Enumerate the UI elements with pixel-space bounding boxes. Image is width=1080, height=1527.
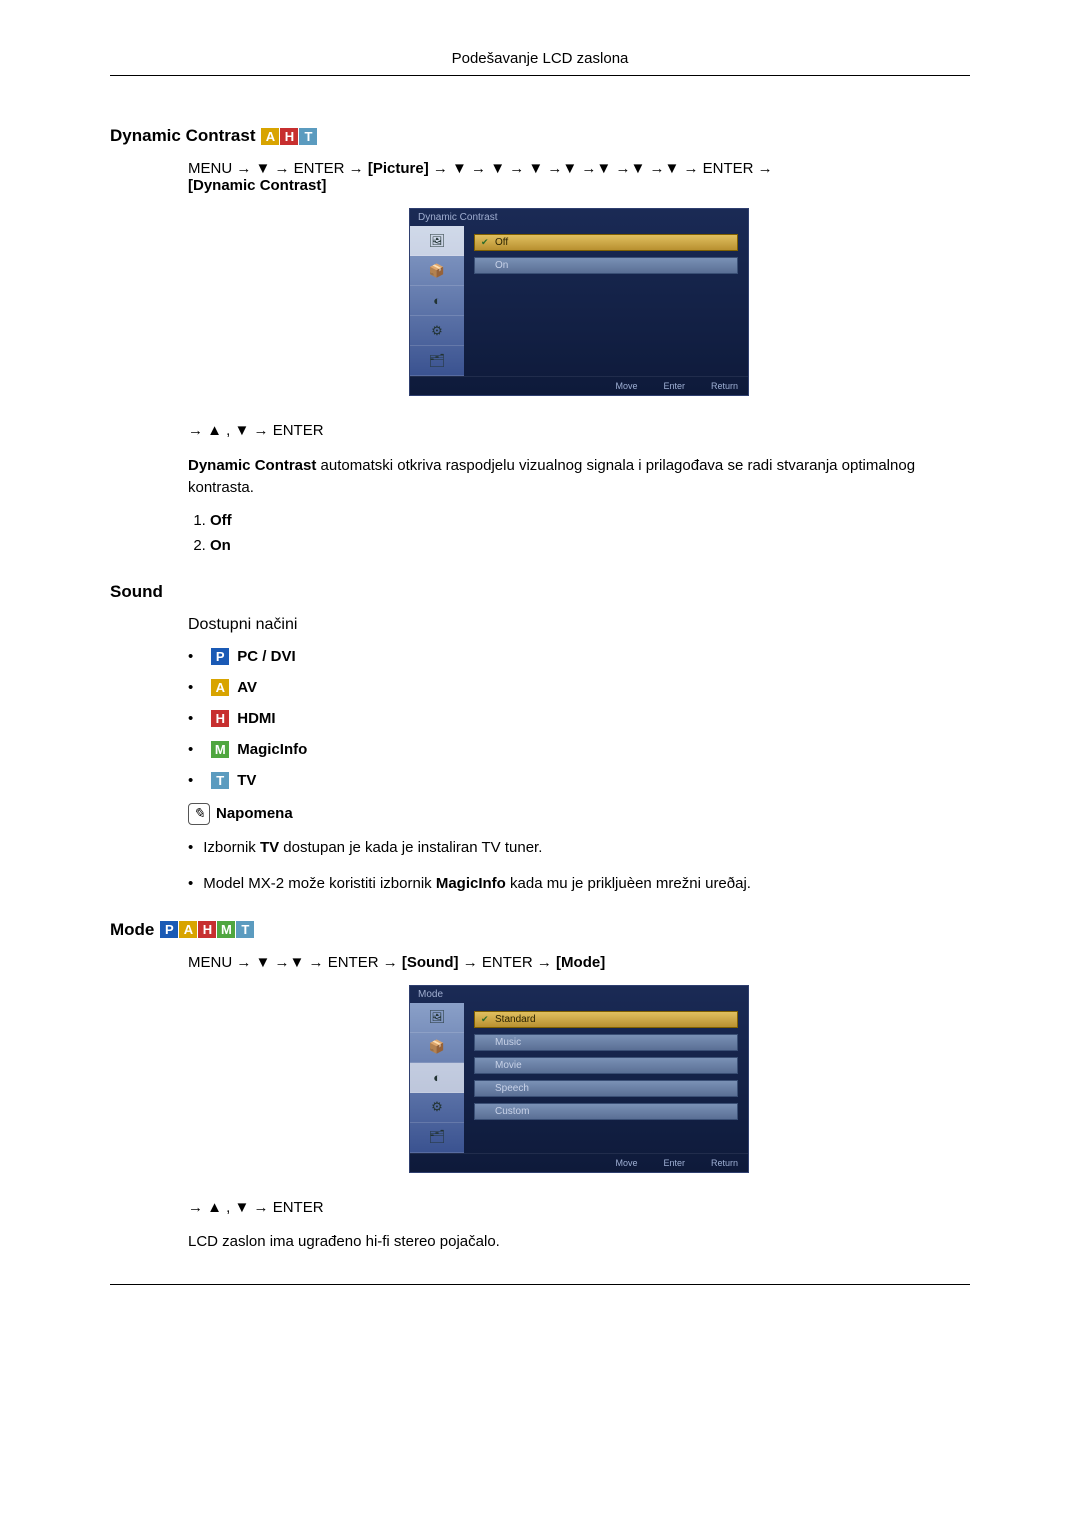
osd-sidebar: 🖼 📦 ◐ ⚙ 🗂 [410,226,464,376]
osd-option: Movie [474,1057,738,1074]
page-header: Podešavanje LCD zaslona [110,50,970,67]
page-title: Podešavanje LCD zaslona [452,50,629,67]
osd-option: Music [474,1034,738,1051]
osd-options: ✔Off On [464,226,748,376]
nav-path: MENU → ▼ → ENTER → [Picture] → ▼ → ▼ → ▼… [188,160,970,194]
list-item: P PC / DVI [188,648,970,665]
osd-foot-return: Return [699,381,738,391]
osd-body: 🖼 📦 ◐ ⚙ 🗂 ✔Off On [410,226,748,376]
subheading-modes: Dostupni načini [188,616,970,634]
osd-footer: Move Enter Return [410,376,748,395]
mode-label: TV [237,772,256,789]
badge-h-icon: H [280,128,298,145]
mode-badges: P A H M T [160,921,254,938]
badge-p-icon: P [160,921,178,938]
osd-side-icon: 📦 [410,1033,464,1063]
osd-foot-enter: Enter [651,381,685,391]
divider-bottom [110,1284,970,1285]
osd-title: Dynamic Contrast [410,209,748,226]
note-heading: ✎ Napomena [188,803,970,825]
page-content: Dynamic Contrast A H T MENU → ▼ → ENTER … [110,76,970,1254]
osd-body: 🖼 📦 ◐ ⚙ 🗂 ✔Standard Music Movie Speech C… [410,1003,748,1153]
osd-option: Speech [474,1080,738,1097]
osd-foot-return: Return [699,1158,738,1168]
badge-h-icon: H [198,921,216,938]
options-list: Off On [188,512,970,554]
badge-t-icon: T [211,772,229,789]
osd-side-icon: 📦 [410,256,464,286]
badge-t-icon: T [299,128,317,145]
section-title-mode: Mode P A H M T [110,920,970,940]
list-item: M MagicInfo [188,741,970,758]
heading-text: Sound [110,582,163,602]
list-item: H HDMI [188,710,970,727]
osd-side-icon: 🖼 [410,226,464,256]
osd-side-icon: ⚙ [410,1093,464,1123]
list-item: On [210,537,970,554]
osd-foot-enter: Enter [651,1158,685,1168]
notes-list: Izbornik TV dostupan je kada je instalir… [188,837,970,896]
osd-side-icon: ◐ [410,286,464,316]
badge-m-icon: M [217,921,235,938]
list-item: T TV [188,772,970,789]
osd-sidebar: 🖼 📦 ◐ ⚙ 🗂 [410,1003,464,1153]
list-item: A AV [188,679,970,696]
osd-option-off: ✔Off [474,234,738,251]
osd-panel: Dynamic Contrast 🖼 📦 ◐ ⚙ 🗂 ✔Off On [409,208,749,396]
osd-side-icon: 🖼 [410,1003,464,1033]
note-label: Napomena [216,805,293,822]
desc-bold: Dynamic Contrast [188,457,316,474]
mode-label: AV [237,679,257,696]
mode-label: HDMI [237,710,275,727]
description: Dynamic Contrast automatski otkriva rasp… [188,455,970,500]
badge-m-icon: M [211,741,229,758]
nav-pre: MENU → ▼ → ENTER → [188,160,368,177]
badge-a-icon: A [261,128,279,145]
badge-h-icon: H [211,710,229,727]
heading-text: Mode [110,920,154,940]
osd-option-on: On [474,257,738,274]
modes-list: P PC / DVI A AV H HDMI M MagicInfo T TV [188,648,970,789]
badge-a-icon: A [179,921,197,938]
osd-title: Mode [410,986,748,1003]
nav-after: → ▲ , ▼ → ENTER [188,1197,970,1220]
mode-label: PC / DVI [237,648,295,665]
nav-mid: → ▼ → ▼ → ▼ →▼ →▼ →▼ →▼ → ENTER → [429,160,773,177]
nav-after: → ▲ , ▼ → ENTER [188,420,970,443]
osd-side-icon: 🗂 [410,1123,464,1153]
list-item: Off [210,512,970,529]
heading-text: Dynamic Contrast [110,126,255,146]
badge-t-icon: T [236,921,254,938]
description: LCD zaslon ima ugrađeno hi-fi stereo poj… [188,1231,970,1254]
osd-options: ✔Standard Music Movie Speech Custom [464,1003,748,1153]
nav-target: [Dynamic Contrast] [188,177,326,194]
badge-a-icon: A [211,679,229,696]
osd-foot-move: Move [603,1158,637,1168]
nav-path: MENU → ▼ →▼ → ENTER → [Sound] → ENTER → … [188,954,970,971]
osd-panel: Mode 🖼 📦 ◐ ⚙ 🗂 ✔Standard Music Movie Spe… [409,985,749,1173]
section-title-sound: Sound [110,582,970,602]
mode-label: MagicInfo [237,741,307,758]
osd-option: ✔Standard [474,1011,738,1028]
section-body-sound: Dostupni načini P PC / DVI A AV H HDMI M Mag… [188,616,970,896]
osd-footer: Move Enter Return [410,1153,748,1172]
badge-p-icon: P [211,648,229,665]
list-item: Model MX-2 može koristiti izbornik Magic… [188,873,970,896]
osd-foot-move: Move [603,381,637,391]
nav-picture: [Picture] [368,160,429,177]
section-body-dynamic-contrast: MENU → ▼ → ENTER → [Picture] → ▼ → ▼ → ▼… [188,160,970,554]
osd-side-icon: ◐ [410,1063,464,1093]
osd-image-dynamic-contrast: Dynamic Contrast 🖼 📦 ◐ ⚙ 🗂 ✔Off On [188,208,970,396]
osd-side-icon: 🗂 [410,346,464,376]
section-body-mode: MENU → ▼ →▼ → ENTER → [Sound] → ENTER → … [188,954,970,1254]
mode-badges: A H T [261,128,317,145]
osd-image-mode: Mode 🖼 📦 ◐ ⚙ 🗂 ✔Standard Music Movie Spe… [188,985,970,1173]
list-item: Izbornik TV dostupan je kada je instalir… [188,837,970,860]
section-title-dynamic-contrast: Dynamic Contrast A H T [110,126,970,146]
osd-side-icon: ⚙ [410,316,464,346]
osd-option: Custom [474,1103,738,1120]
note-icon: ✎ [188,803,210,825]
